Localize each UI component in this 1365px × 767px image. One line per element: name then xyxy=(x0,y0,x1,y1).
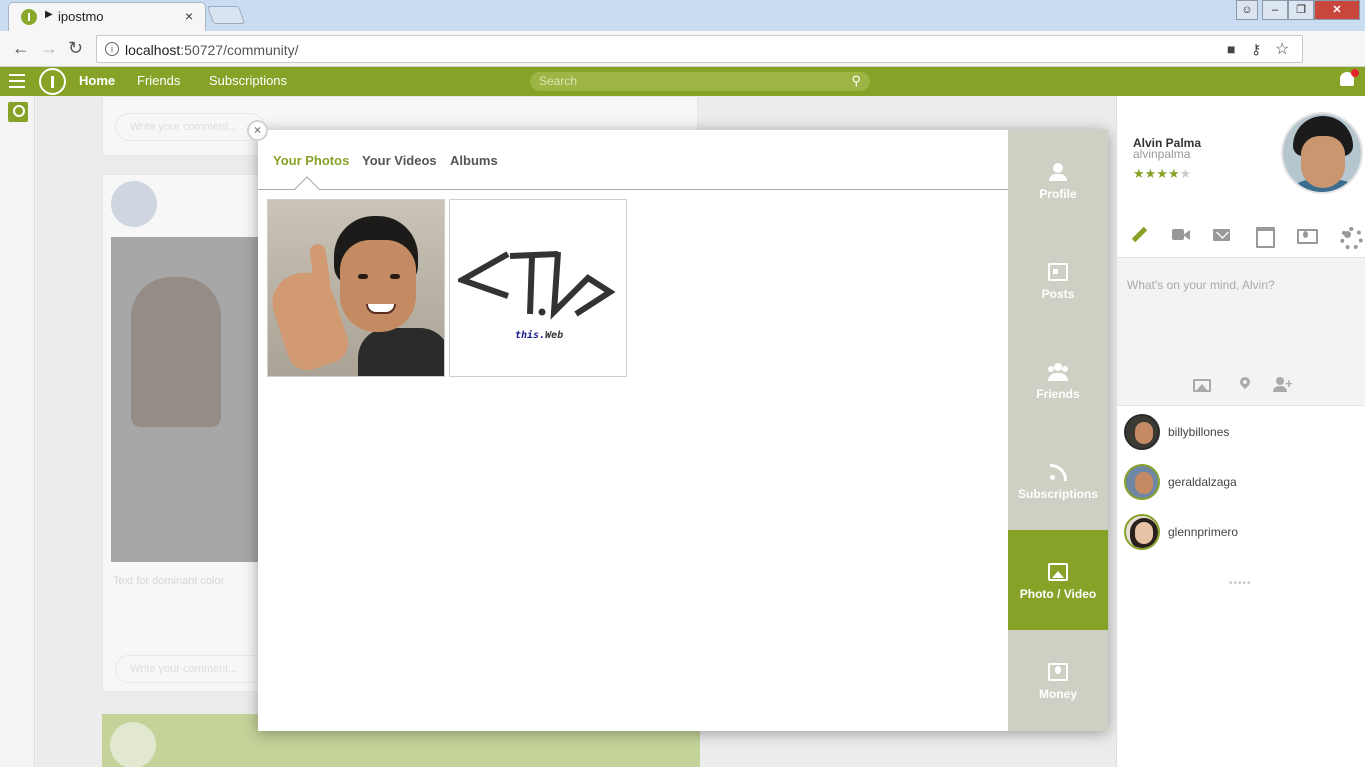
post-photo xyxy=(111,237,259,562)
tab-your-videos[interactable]: Your Videos xyxy=(362,153,437,168)
photo-thumbnail[interactable]: this.Web xyxy=(449,199,627,377)
friend-list-item[interactable]: glennprimero xyxy=(1123,514,1363,554)
close-window-button[interactable]: ✕ xyxy=(1314,0,1360,20)
gear-icon[interactable] xyxy=(1339,226,1363,250)
money-icon xyxy=(1048,663,1068,681)
video-camera-icon[interactable] xyxy=(1172,226,1190,242)
side-menu-subscriptions[interactable]: Subscriptions xyxy=(1008,430,1108,530)
star-icon: ★ xyxy=(1133,166,1145,181)
image-icon xyxy=(1048,563,1068,581)
hamburger-menu-icon[interactable] xyxy=(9,74,25,88)
reload-icon[interactable]: ↻ xyxy=(68,38,83,59)
star-icon: ★ xyxy=(1144,166,1157,181)
location-pin-icon[interactable] xyxy=(1237,377,1255,393)
side-menu-money[interactable]: Money xyxy=(1008,630,1108,730)
avatar xyxy=(1124,414,1160,450)
left-rail xyxy=(0,96,35,767)
comment-input: Write your comment... xyxy=(115,113,265,141)
modal-close-button[interactable]: × xyxy=(247,120,268,141)
calendar-icon[interactable] xyxy=(1255,226,1275,248)
side-menu-label: Profile xyxy=(1039,187,1077,201)
tab-close-icon[interactable]: × xyxy=(185,8,193,24)
site-favicon-icon xyxy=(21,9,37,25)
tab-title: ipostmo xyxy=(58,9,104,24)
ipostmo-logo-icon[interactable] xyxy=(39,68,66,95)
star-empty-icon: ★ xyxy=(1179,166,1192,181)
site-info-icon[interactable]: i xyxy=(105,42,119,56)
friend-list-item[interactable]: geraldalzaga xyxy=(1123,464,1363,504)
key-icon[interactable]: ⚷ xyxy=(1251,41,1261,58)
comment-input: Write your comment... xyxy=(115,655,265,683)
side-menu-profile[interactable]: Profile xyxy=(1008,130,1108,230)
friend-list-item[interactable]: billybillones xyxy=(1123,414,1363,454)
avatar xyxy=(111,181,157,227)
envelope-icon[interactable] xyxy=(1213,226,1231,242)
rating-stars: ★★★★★ xyxy=(1133,166,1191,182)
tab-your-photos[interactable]: Your Photos xyxy=(273,153,349,168)
avatar xyxy=(1124,514,1160,550)
browser-tab[interactable]: ▶ ipostmo × xyxy=(8,2,206,31)
minimize-window-button[interactable]: – xyxy=(1262,0,1288,20)
bookmark-star-icon[interactable]: ☆ xyxy=(1275,39,1289,59)
thumbnail-logo-text: this.Web xyxy=(515,330,564,341)
side-menu-label: Posts xyxy=(1041,287,1075,301)
tag-friend-icon[interactable] xyxy=(1273,376,1293,393)
side-menu-label: Subscriptions xyxy=(1017,487,1098,501)
new-tab-button[interactable] xyxy=(206,6,246,24)
profile-action-bar xyxy=(1117,224,1365,258)
modal-side-menu: Profile Posts Friends Subscriptions Phot… xyxy=(1008,130,1108,731)
nav-subscriptions[interactable]: Subscriptions xyxy=(209,73,287,88)
browser-tab-strip: ▶ ipostmo × ☺ – ❐ ✕ xyxy=(0,0,1365,31)
users-icon xyxy=(1048,363,1068,381)
audio-playing-icon: ▶ xyxy=(45,9,53,20)
side-menu-label: Friends xyxy=(1036,387,1080,401)
star-icon: ★ xyxy=(1167,166,1180,181)
profile-username: alvinpalma xyxy=(1133,147,1191,161)
app-top-bar: Home Friends Subscriptions Search ⚲ xyxy=(0,67,1365,96)
tab-albums[interactable]: Albums xyxy=(450,153,498,168)
url-text: localhost:50727/community/ xyxy=(125,42,299,58)
right-sidebar: Alvin Palma alvinpalma ★★★★★ What's on y… xyxy=(1116,96,1365,767)
money-icon[interactable] xyxy=(1297,226,1318,244)
side-menu-friends[interactable]: Friends xyxy=(1008,330,1108,430)
maximize-window-button[interactable]: ❐ xyxy=(1288,0,1314,20)
friend-name: billybillones xyxy=(1168,425,1230,439)
id-card-icon xyxy=(1048,263,1068,281)
friend-name: geraldalzaga xyxy=(1168,475,1237,489)
camera-permission-icon[interactable]: ■ xyxy=(1227,41,1235,57)
back-arrow-icon[interactable]: ← xyxy=(12,38,30,59)
nav-friends[interactable]: Friends xyxy=(137,73,180,88)
side-menu-label: Money xyxy=(1038,687,1077,701)
friend-name: glennprimero xyxy=(1168,525,1239,539)
side-menu-posts[interactable]: Posts xyxy=(1008,230,1108,330)
user-icon xyxy=(1048,163,1068,181)
pencil-icon[interactable] xyxy=(1131,226,1149,242)
side-menu-label: Photo / Video xyxy=(1019,587,1097,601)
attach-image-icon[interactable] xyxy=(1193,379,1211,392)
side-menu-photo-video[interactable]: Photo / Video xyxy=(1008,530,1108,630)
star-icon: ★ xyxy=(1156,166,1168,181)
notification-badge xyxy=(1351,69,1359,77)
avatar xyxy=(110,722,156,767)
search-placeholder: Search xyxy=(539,74,578,88)
avatar xyxy=(1124,464,1160,500)
user-avatar-icon[interactable] xyxy=(8,102,28,122)
post-caption: Text for dominant color xyxy=(113,575,225,587)
url-input[interactable]: i localhost:50727/community/ ■ ⚷ ☆ xyxy=(96,35,1303,63)
profile-avatar[interactable] xyxy=(1281,112,1363,194)
address-bar: ← → ↻ i localhost:50727/community/ ■ ⚷ ☆… xyxy=(0,31,1365,88)
compose-placeholder: What's on your mind, Alvin? xyxy=(1127,278,1275,292)
rss-icon xyxy=(1048,463,1068,481)
profile-window-icon[interactable]: ☺ xyxy=(1236,0,1258,20)
forward-arrow-icon[interactable]: → xyxy=(40,38,58,59)
load-more-indicator[interactable]: ••••• xyxy=(1229,578,1252,589)
compose-post-box[interactable]: What's on your mind, Alvin? xyxy=(1117,258,1365,406)
thisweb-logo-image: this.Web xyxy=(454,248,618,341)
search-icon[interactable]: ⚲ xyxy=(851,73,861,89)
search-input[interactable]: Search ⚲ xyxy=(530,72,870,91)
media-tabs: Your Photos Your Videos Albums xyxy=(258,130,1008,190)
nav-home[interactable]: Home xyxy=(79,73,115,88)
media-modal: Your Photos Your Videos Albums this.Web xyxy=(258,130,1108,731)
photo-thumbnail[interactable] xyxy=(267,199,445,377)
